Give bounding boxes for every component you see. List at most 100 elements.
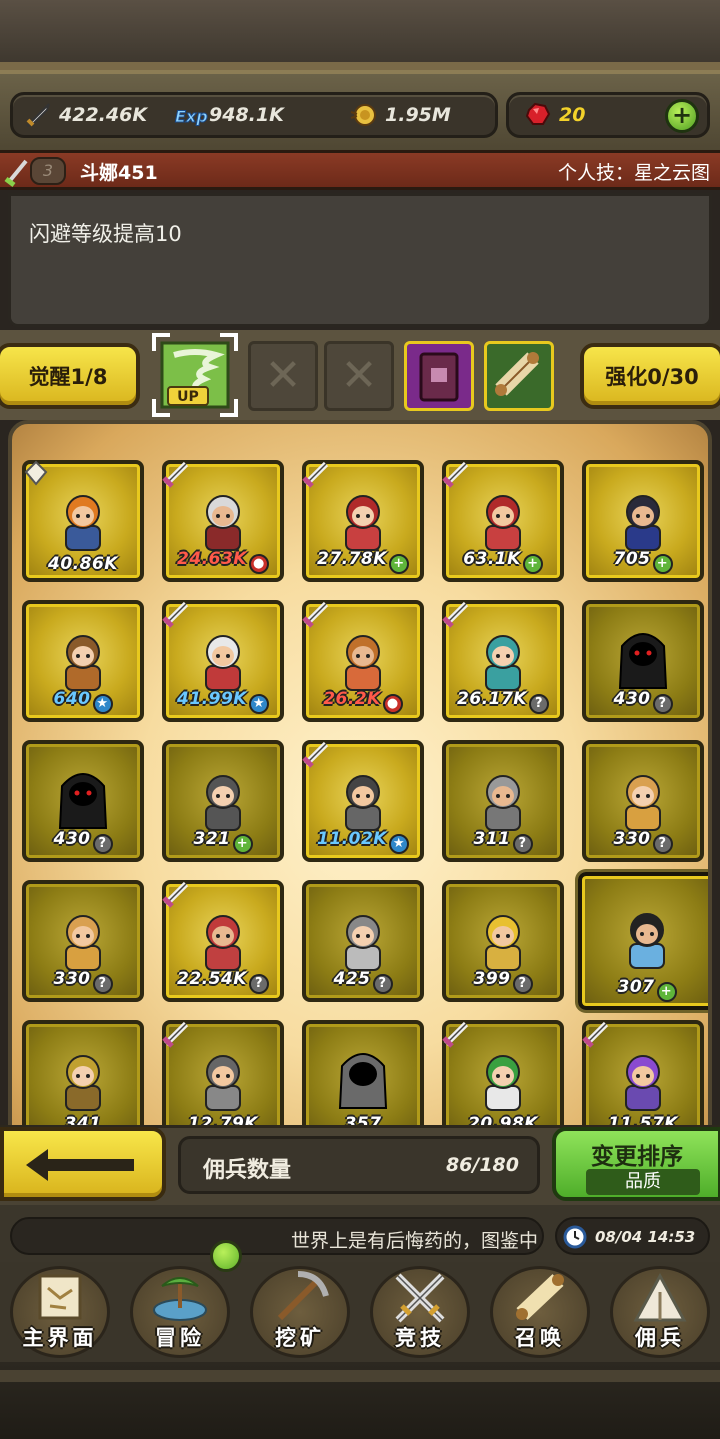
count-label: 佣兵数量: [203, 1158, 292, 1183]
pickaxe-icon: [277, 1271, 329, 1321]
mercenary-value: 430?: [586, 689, 700, 714]
mercenary-portrait: [205, 635, 241, 691]
mercenary-card[interactable]: 11.57K: [582, 1020, 704, 1126]
nav-label: 冒险: [155, 1326, 205, 1350]
nav-island[interactable]: 冒险: [120, 1262, 240, 1362]
mercenary-power: 311: [473, 829, 511, 849]
mercenary-card[interactable]: 63.1K +: [442, 460, 564, 582]
news-ticker[interactable]: 世界上是有后悔药的，图鉴中: [10, 1217, 544, 1255]
nav-pickaxe[interactable]: 挖矿: [240, 1262, 360, 1362]
mercenary-portrait: [205, 1055, 241, 1111]
mercenary-value: 24.63K ●: [166, 549, 280, 574]
awaken-button[interactable]: 觉醒1/8: [0, 343, 140, 409]
star-icon: ★: [92, 694, 113, 714]
unknown-icon: ?: [512, 974, 533, 994]
star-icon: ★: [388, 834, 409, 854]
mercenary-card[interactable]: 321 +: [162, 740, 284, 862]
clock-time: 08/04 14:53: [595, 1228, 696, 1246]
nav-label: 佣兵: [635, 1326, 685, 1350]
mercenary-card[interactable]: 330?: [22, 880, 144, 1002]
mercenary-portrait: [338, 1053, 388, 1109]
sword-icon: [23, 100, 53, 130]
mercenary-card[interactable]: 26.2K ●: [302, 600, 424, 722]
star-icon: ★: [248, 694, 269, 714]
mercenary-power: 705: [613, 549, 651, 569]
mercenary-power: 321: [193, 829, 231, 849]
equipped-weapon-icon: [442, 601, 469, 628]
mercenary-card[interactable]: 24.63K ●: [162, 460, 284, 582]
equip-slot-empty-1[interactable]: ✕: [248, 341, 318, 411]
ruby-icon: [523, 100, 553, 130]
empty-x-icon: ✕: [340, 350, 378, 401]
equip-slot-tornado[interactable]: UP: [152, 333, 238, 417]
awaken-label: 觉醒1/8: [28, 365, 108, 389]
unknown-icon: ?: [652, 834, 673, 854]
equip-slot-empty-2[interactable]: ✕: [324, 341, 394, 411]
hero-skill[interactable]: 个人技：星之云图: [558, 158, 710, 185]
mercenary-power: 430: [613, 689, 651, 709]
mercenary-card[interactable]: 41.99K ★: [162, 600, 284, 722]
mercenary-card[interactable]: 399?: [442, 880, 564, 1002]
mercenary-card[interactable]: 357: [302, 1020, 424, 1126]
equipped-weapon-icon: [162, 881, 189, 908]
mercenary-portrait: [485, 495, 521, 551]
mercenary-card[interactable]: 311?: [442, 740, 564, 862]
gem-value: 20: [559, 104, 586, 126]
nav-map-scroll[interactable]: 主界面: [0, 1262, 120, 1362]
arrow-left-icon: [26, 1149, 134, 1181]
back-button[interactable]: [0, 1127, 166, 1201]
enhance-button[interactable]: 强化0/30: [580, 343, 720, 409]
unknown-icon: ?: [652, 694, 673, 714]
gold-stat: 1.95M: [349, 95, 451, 135]
hero-name: 斗娜451: [80, 162, 158, 184]
mercenary-value: 321 +: [166, 829, 280, 854]
mercenary-power: 24.63K: [177, 549, 247, 569]
mercenary-card[interactable]: 430?: [22, 740, 144, 862]
equip-slot-scroll[interactable]: [484, 341, 554, 411]
mercenary-card[interactable]: 22.54K?: [162, 880, 284, 1002]
equip-slot-book[interactable]: [404, 341, 474, 411]
mercenary-card[interactable]: 425?: [302, 880, 424, 1002]
mercenary-card[interactable]: 11.02K ★: [302, 740, 424, 862]
nav-tent[interactable]: 佣兵: [600, 1262, 720, 1362]
hero-description: 闪避等级提高10: [29, 222, 182, 246]
equipped-weapon-icon: [302, 741, 329, 768]
upgrade-plus-icon: +: [388, 554, 409, 574]
hero-header: 3 斗娜451 个人技：星之云图: [0, 150, 720, 190]
nav-summon-scroll[interactable]: 召唤: [480, 1262, 600, 1362]
nav-crossed-swords[interactable]: 竞技: [360, 1262, 480, 1362]
mercenary-portrait: [485, 1055, 521, 1111]
mercenary-portrait: [58, 773, 108, 829]
bottom-nav: 主界面 冒险 挖矿 竞技 召唤 佣兵: [0, 1262, 720, 1362]
mercenary-card[interactable]: 307 +: [578, 872, 708, 1010]
mercenary-card[interactable]: 705 +: [582, 460, 704, 582]
mercenary-card[interactable]: 27.78K +: [302, 460, 424, 582]
mercenary-power: 22.54K: [177, 969, 247, 989]
mercenary-card[interactable]: 20.98K: [442, 1020, 564, 1126]
add-gems-button[interactable]: +: [665, 99, 699, 133]
mercenary-power: 26.17K: [457, 689, 527, 709]
equipped-weapon-icon: [162, 1021, 189, 1048]
mercenary-portrait: [618, 633, 668, 689]
mercenary-card[interactable]: 40.86K: [22, 460, 144, 582]
nav-label: 竞技: [395, 1326, 445, 1350]
mercenary-power: 330: [53, 969, 91, 989]
currency-panel: 422.46K Exp 948.1K 1.95M: [10, 92, 498, 138]
mercenary-card[interactable]: 330?: [582, 740, 704, 862]
mercenary-card[interactable]: 12.79K: [162, 1020, 284, 1126]
unknown-icon: ?: [512, 834, 533, 854]
mercenary-card[interactable]: 430?: [582, 600, 704, 722]
mercenary-power: 307: [617, 977, 655, 997]
mercenary-card[interactable]: 341: [22, 1020, 144, 1126]
mercenary-card[interactable]: 640 ★: [22, 600, 144, 722]
equipped-weapon-icon: [162, 461, 189, 488]
unknown-icon: ?: [372, 974, 393, 994]
mercenary-portrait: [205, 775, 241, 831]
clock: 08/04 14:53: [555, 1217, 710, 1255]
mercenary-card[interactable]: 26.17K?: [442, 600, 564, 722]
resource-bar: 422.46K Exp 948.1K 1.95M 20 +: [0, 70, 720, 150]
unknown-icon: ?: [248, 974, 269, 994]
sort-button[interactable]: 变更排序 品质: [552, 1127, 720, 1201]
equipped-weapon-icon: [582, 1021, 609, 1048]
hero-level-badge: 3: [30, 157, 66, 185]
